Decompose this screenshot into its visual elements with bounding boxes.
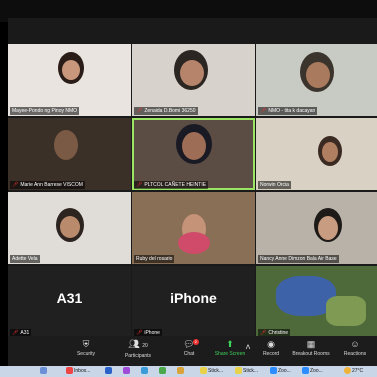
- record-button[interactable]: ◉ Record: [258, 339, 284, 357]
- chat-button[interactable]: 💬︎ 2 Chat: [176, 339, 202, 357]
- taskbar-sticky-notes[interactable]: Stick...: [200, 367, 223, 376]
- participant-display-name: A31: [56, 290, 83, 306]
- participant-tile[interactable]: Nancy Anne Dimzon Bala Air Base: [256, 192, 377, 264]
- taskbar-app-icon[interactable]: [105, 367, 113, 376]
- taskbar-app-icon[interactable]: [40, 367, 48, 376]
- participant-name: Adette Vela: [10, 255, 40, 263]
- participant-tile[interactable]: iPhone 🎤︎ iPhone: [132, 266, 255, 338]
- participant-video: [54, 130, 78, 160]
- participant-face: [306, 62, 330, 88]
- taskbar-zoom[interactable]: Zoo...: [302, 367, 323, 376]
- participant-name: Ruby del rosario: [134, 255, 175, 263]
- participant-tile[interactable]: Mayee-Pondo ng Pinoy NMO: [8, 44, 131, 116]
- taskbar-app-icon[interactable]: [141, 367, 149, 376]
- record-icon: ◉: [267, 339, 275, 349]
- breakout-rooms-icon: ▦: [306, 339, 316, 349]
- gallery-view: Mayee-Pondo ng Pinoy NMO 🎤︎ Zenaida D.Bom…: [8, 26, 377, 338]
- participant-tile[interactable]: Ruby del rosario: [132, 192, 255, 264]
- participant-face: [182, 132, 206, 160]
- participant-face: [322, 142, 338, 162]
- mic-muted-icon: 🎤︎: [12, 182, 19, 188]
- participant-tile[interactable]: Adette Vela: [8, 192, 131, 264]
- participant-tile-active-speaker[interactable]: 🎤︎ PLTCOL CAÑETE HEINTIE: [132, 118, 255, 190]
- participant-face: [62, 60, 80, 80]
- participant-name: 🎤︎ NMO - tita k dacayan: [258, 107, 318, 115]
- os-taskbar: Inbox... Stick... Stick... Zoo... Zoo...…: [0, 366, 377, 377]
- mic-muted-icon: 🎤︎: [260, 108, 267, 114]
- chat-icon: 💬︎ 2: [183, 339, 199, 349]
- participant-display-name: iPhone: [170, 290, 217, 306]
- participant-name: 🎤︎ PLTCOL CAÑETE HEINTIE: [134, 181, 209, 189]
- security-button[interactable]: ⛨ Security: [72, 339, 100, 357]
- participant-name: 🎤︎ Zenaida D.Bomi 36250: [134, 107, 198, 115]
- taskbar-sticky-notes[interactable]: Stick...: [235, 367, 258, 376]
- taskbar-app-icon[interactable]: [123, 367, 131, 376]
- mic-muted-icon: 🎤︎: [136, 182, 143, 188]
- participant-video-detail: [326, 296, 366, 326]
- participants-icon: 👥︎ 20: [128, 339, 148, 349]
- taskbar-zoom[interactable]: Zoo...: [270, 367, 291, 376]
- mic-muted-icon: 🎤︎: [136, 108, 143, 114]
- chat-badge: 2: [192, 339, 199, 345]
- chevron-up-icon: ˄: [245, 342, 251, 352]
- meeting-toolbar: ⛨ Security 👥︎ 20 Participants 💬︎ 2 Chat ⬆…: [8, 336, 377, 366]
- participant-tile[interactable]: Norwin Orcia: [256, 118, 377, 190]
- participant-tile[interactable]: 🎤︎ Zenaida D.Bomi 36250: [132, 44, 255, 116]
- taskbar-app-icon[interactable]: [177, 367, 185, 376]
- participant-tile[interactable]: 🎤︎ Marie Ann Barrese VISCOM: [8, 118, 131, 190]
- participant-name: Norwin Orcia: [258, 181, 291, 189]
- breakout-rooms-button[interactable]: ▦ Breakout Rooms: [288, 339, 334, 357]
- participant-name: Nancy Anne Dimzon Bala Air Base: [258, 255, 339, 263]
- reactions-button[interactable]: ☺ Reactions: [338, 339, 372, 357]
- reactions-icon: ☺: [350, 339, 360, 349]
- participant-name: Mayee-Pondo ng Pinoy NMO: [10, 107, 80, 115]
- share-options-chevron[interactable]: ˄: [244, 342, 252, 354]
- participant-tile[interactable]: A31 🎤︎ A31: [8, 266, 131, 338]
- participant-tile[interactable]: 🎤︎ Christine: [256, 266, 377, 338]
- participant-name: 🎤︎ Marie Ann Barrese VISCOM: [10, 181, 85, 189]
- participants-button[interactable]: 👥︎ 20 Participants: [118, 339, 158, 359]
- participant-tile[interactable]: 🎤︎ NMO - tita k dacayan: [256, 44, 377, 116]
- weather-widget[interactable]: 27°C: [344, 367, 363, 376]
- shield-icon: ⛨: [82, 339, 90, 349]
- participant-face: [60, 216, 80, 238]
- participant-clothing: [178, 232, 210, 254]
- participant-face: [180, 60, 204, 86]
- taskbar-app-icon[interactable]: [159, 367, 167, 376]
- taskbar-inbox[interactable]: Inbox...: [66, 367, 90, 376]
- participant-face: [318, 216, 338, 240]
